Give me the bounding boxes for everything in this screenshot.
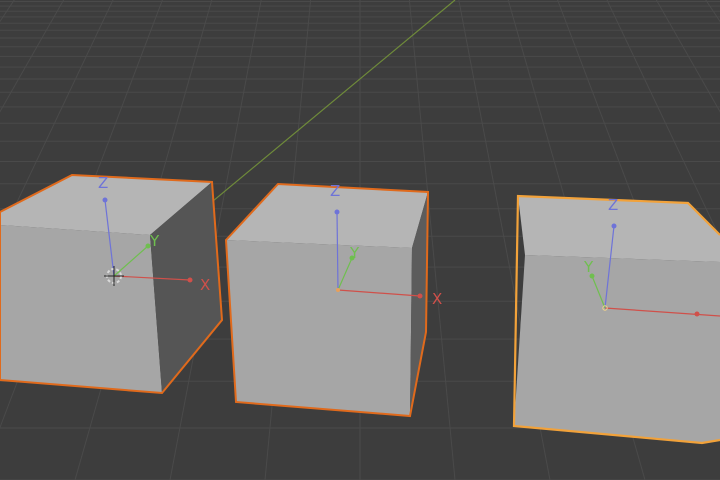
- cube-1-z-label: Z: [98, 174, 108, 192]
- cube-1-y-label: Y: [149, 232, 160, 250]
- viewport-canvas[interactable]: X Y Z X Y Z Y Z: [0, 0, 720, 480]
- cube-1[interactable]: [0, 173, 224, 395]
- cube-3-z-label: Z: [608, 196, 618, 214]
- cube-1-front-face: [0, 225, 162, 393]
- 3d-viewport[interactable]: X Y Z X Y Z Y Z: [0, 0, 720, 480]
- cube-1-x-label: X: [200, 276, 210, 294]
- cube-3-y-label: Y: [583, 258, 594, 276]
- cube-2[interactable]: [224, 182, 430, 418]
- cube-2-top-face: [226, 184, 428, 248]
- cube-2-front-face: [226, 240, 412, 416]
- cube-3[interactable]: [512, 194, 720, 445]
- cube-3-front-face: [514, 255, 720, 443]
- cube-2-z-label: Z: [330, 182, 340, 200]
- cube-2-y-label: Y: [349, 244, 360, 262]
- cube-2-x-label: X: [432, 290, 442, 308]
